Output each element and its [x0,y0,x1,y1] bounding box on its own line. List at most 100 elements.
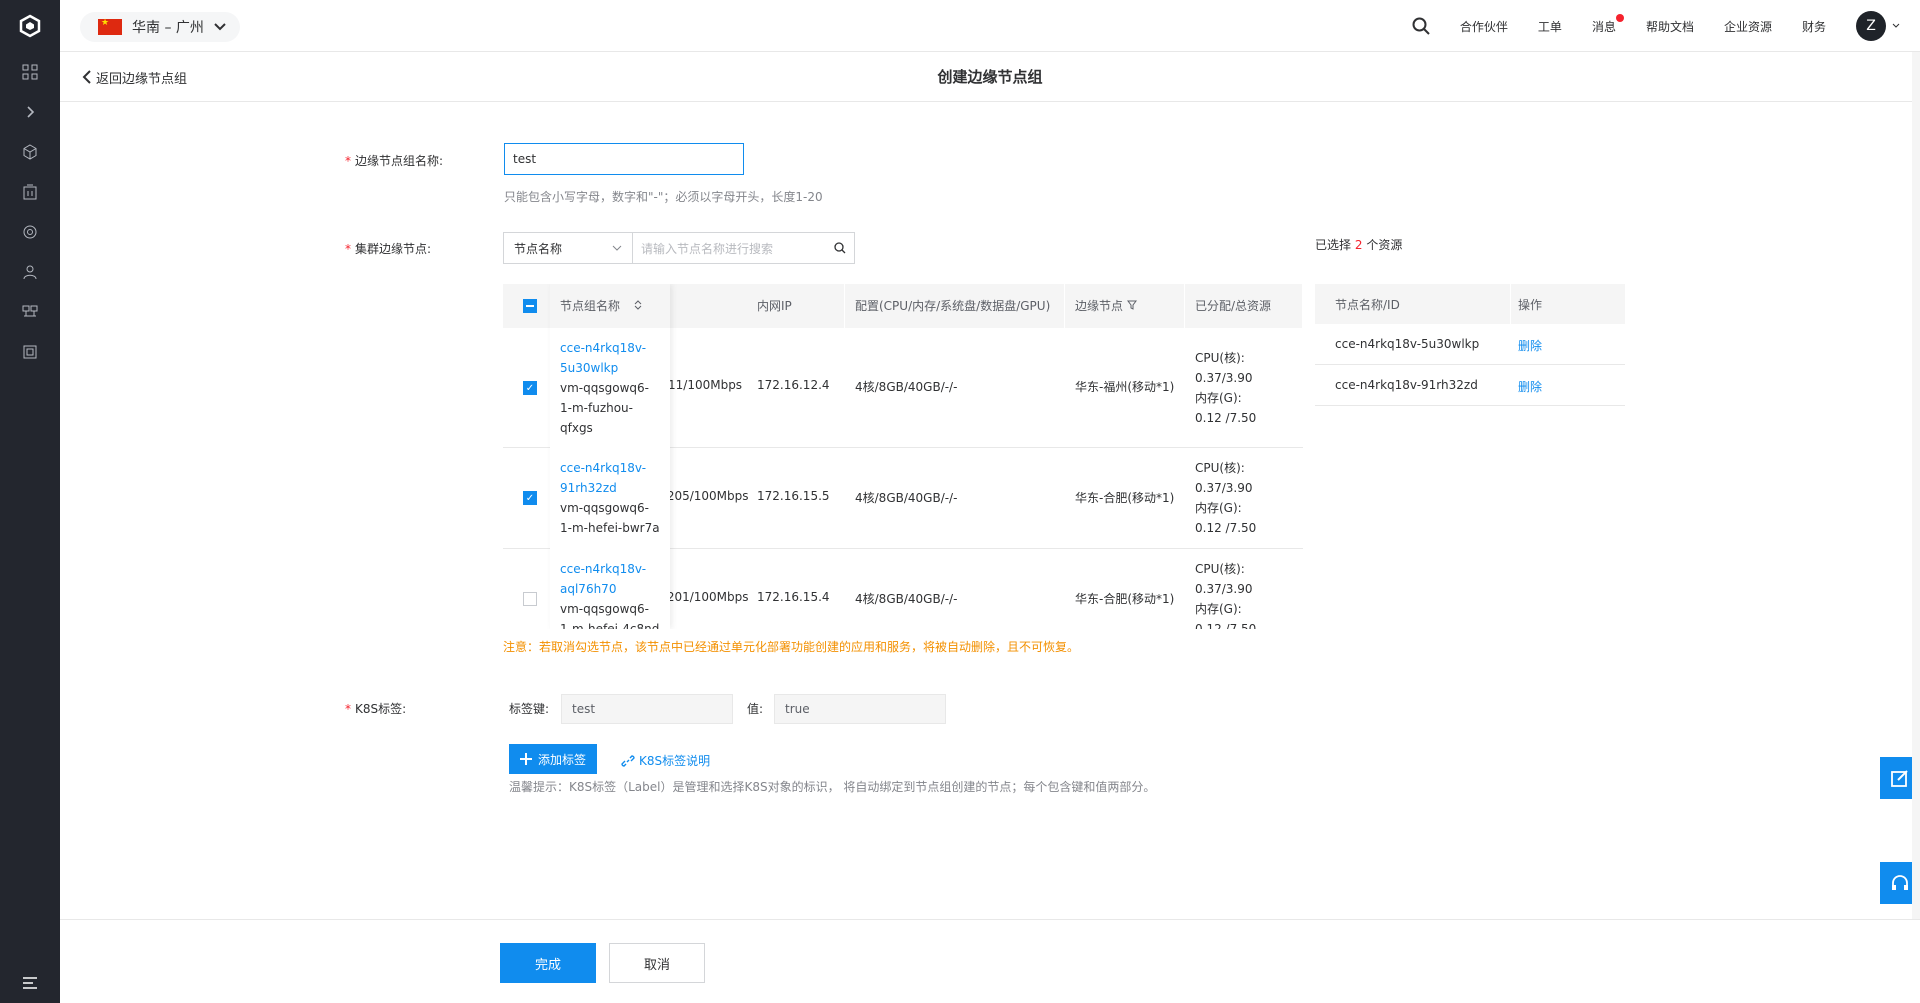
bandwidth: .205/100Mbps [663,489,749,503]
search-field-select[interactable]: 节点名称 [504,233,633,263]
nav-enterprise[interactable]: 企业资源 [1724,18,1772,35]
edge-node: 华东-合肥(移动*1) [1075,592,1175,606]
selected-col-action: 操作 [1518,298,1543,312]
node-id-link-2[interactable]: 91rh32zd [560,478,660,498]
vm-name: vm-qqsgowq6- [560,602,649,616]
submit-button[interactable]: 完成 [500,943,596,983]
plus-icon [519,753,532,765]
delete-link[interactable]: 删除 [1518,378,1542,395]
mem-label: 内存(G): [1195,391,1242,405]
selected-table: 节点名称/ID 操作 cce-n4rkq18v-5u30wlkp 删除 cce-… [1315,284,1625,406]
nav-messages-label: 消息 [1591,19,1616,34]
mem-value: 0.12 /7.50 [1195,521,1257,535]
row-checkbox[interactable] [523,592,537,606]
node-id-link[interactable]: cce-n4rkq18v- [560,338,649,358]
node-name-cell: cce-n4rkq18v- 5u30wlkp vm-qqsgowq6- 1-m-… [560,338,649,438]
page-title: 创建边缘节点组 [937,68,1043,86]
scrollbar[interactable] [1912,52,1920,1003]
chevron-down-icon [214,23,226,31]
node-search: 节点名称 请输入节点名称进行搜索 [503,232,855,264]
cube-icon[interactable] [0,132,60,172]
delete-link[interactable]: 删除 [1518,337,1542,354]
nav-partner[interactable]: 合作伙伴 [1460,18,1508,35]
cpu-value: 0.37/3.90 [1195,582,1253,596]
target-icon[interactable] [0,212,60,252]
node-name-column: 节点组名称 cce-n4rkq18v- 5u30wlkp vm-qqsgowq6… [550,284,670,629]
selected-count: 已选择 2 个资源 [1315,236,1402,253]
tag-key-input[interactable]: test [561,694,733,724]
nav-finance[interactable]: 财务 [1802,18,1826,35]
col-node-name[interactable]: 节点组名称 [550,284,670,328]
ip-address: 172.16.15.4 [757,590,830,604]
edge-node: 华东-合肥(移动*1) [1075,491,1175,505]
network-icon[interactable] [0,292,60,332]
monitor-icon[interactable] [0,332,60,372]
list-item: cce-n4rkq18v-5u30wlkp 删除 [1315,324,1625,365]
nodes-field-label: * 集群边缘节点: [345,242,432,256]
resources: CPU(核): 0.37/3.90 内存(G): 0.12 /7.50 [1195,559,1256,629]
china-flag-icon [98,18,122,35]
vm-name: vm-qqsgowq6- [560,381,649,395]
k8s-doc-link[interactable]: K8S标签说明 [621,752,710,769]
node-id-link[interactable]: cce-n4rkq18v- [560,559,659,579]
chevron-left-icon [82,70,91,84]
sort-icon[interactable] [634,300,642,310]
name-field-label: * 边缘节点组名称: [345,154,444,168]
cpu-label: CPU(核): [1195,562,1245,576]
k8s-field-label: * K8S标签: [345,702,407,716]
mem-value: 0.12 /7.50 [1195,411,1257,425]
config: 4核/8GB/40GB/-/- [855,592,958,606]
row-checkbox[interactable]: ✓ [523,381,537,395]
node-id-link-2[interactable]: aql76h70 [560,579,659,599]
vm-name: qfxgs [560,421,593,435]
ip-address: 172.16.15.5 [757,489,830,503]
cancel-button[interactable]: 取消 [609,943,705,983]
search-input[interactable]: 请输入节点名称进行搜索 [633,233,854,263]
col-edge-node[interactable]: 边缘节点 [1065,284,1185,328]
search-icon[interactable] [834,242,846,254]
select-all-checkbox[interactable] [523,299,537,313]
selected-table-header: 节点名称/ID 操作 [1315,284,1625,324]
node-id-link[interactable]: cce-n4rkq18v- [560,458,660,478]
avatar: Z [1856,11,1886,41]
bandwidth: 11/100Mbps [668,378,743,392]
checkbox-unchecked [523,592,537,606]
selected-number: 2 [1354,238,1363,252]
row-checkbox[interactable]: ✓ [523,491,537,505]
tag-value-input[interactable]: true [774,694,946,724]
back-link[interactable]: 返回边缘节点组 [82,52,187,102]
page-header: 创建边缘节点组 返回边缘节点组 [60,52,1920,102]
nav-ticket[interactable]: 工单 [1538,18,1562,35]
add-tag-button[interactable]: 添加标签 [509,744,597,774]
nav-messages[interactable]: 消息 [1591,13,1624,35]
node-id-link-2[interactable]: 5u30wlkp [560,358,649,378]
vm-name: 1-m-fuzhou- [560,401,633,415]
vm-name: 1-m-hefei-bwr7a [560,521,660,535]
notification-dot [1615,13,1624,22]
expand-chevron-icon[interactable] [0,92,60,132]
left-rail [0,0,60,1003]
name-input[interactable]: test [504,143,744,175]
edit-icon [1891,770,1908,787]
menu-toggle-icon[interactable] [0,963,60,1003]
nav-help-docs[interactable]: 帮助文档 [1646,18,1694,35]
col-divider [1510,284,1511,324]
user-group-icon[interactable] [0,252,60,292]
dashboard-icon[interactable] [0,52,60,92]
cpu-value: 0.37/3.90 [1195,371,1253,385]
headset-icon [1892,875,1908,890]
uncheck-warning: 注意：若取消勾选节点，该节点中已经通过单元化部署功能创建的应用和服务，将被自动删… [503,640,1080,654]
building-icon[interactable] [0,172,60,212]
search-icon[interactable] [1412,17,1430,35]
checkbox-checked: ✓ [523,381,537,395]
col-resources: 已分配/总资源 [1185,284,1303,328]
bandwidth: .201/100Mbps [663,590,749,604]
logo[interactable] [0,0,60,52]
top-bar: 华南 – 广州 合作伙伴 工单 消息 帮助文档 企业资源 财务 Z [60,0,1920,52]
region-selector[interactable]: 华南 – 广州 [80,12,240,42]
user-menu[interactable]: Z [1856,11,1900,41]
name-hint: 只能包含小写字母，数字和"-"；必须以字母开头，长度1-20 [504,190,823,204]
top-nav: 合作伙伴 工单 消息 帮助文档 企业资源 财务 Z [1412,0,1900,52]
filter-icon[interactable] [1126,300,1137,310]
nodes-table: 内网IP 配置(CPU/内存/系统盘/数据盘/GPU) 边缘节点 已分配/总资源… [503,284,1303,629]
